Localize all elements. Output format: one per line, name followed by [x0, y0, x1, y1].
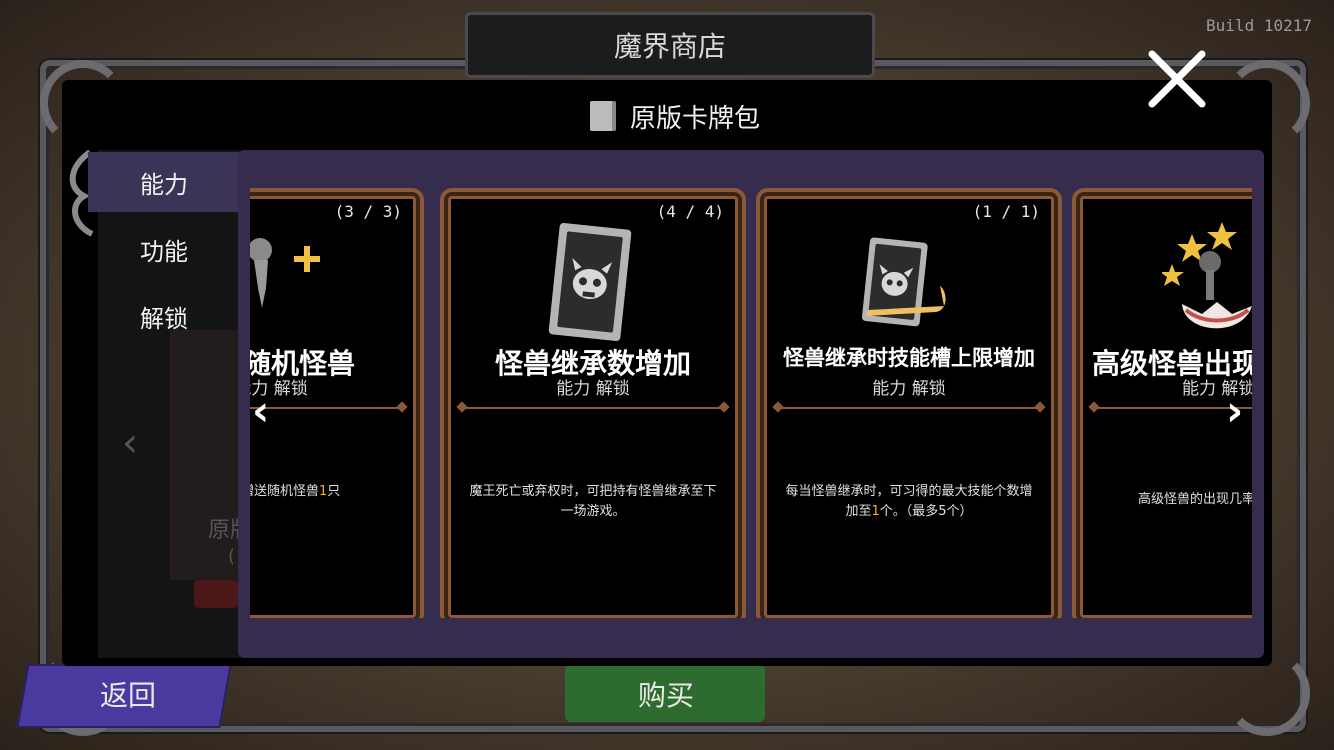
card-subtitle: 能力 解锁	[250, 379, 308, 399]
card-carousel: (3 / 3) 获得随机怪兽 能力 解锁 时，将赠送随机怪兽1只。 (4 / 4…	[250, 188, 1252, 618]
book-icon	[590, 101, 616, 131]
card-description: 魔王死亡或弃权时，可把持有怪兽继承至下一场游戏。	[469, 484, 717, 519]
close-icon[interactable]	[1146, 48, 1208, 110]
chevron-left-icon[interactable]: ‹	[252, 386, 269, 435]
shop-title: 魔界商店	[465, 12, 875, 78]
card-divider	[250, 407, 402, 409]
tab-function-label: 功能	[140, 237, 188, 266]
card-count: (3 / 3)	[334, 202, 402, 221]
card-title: 怪兽继承时技能槽上限增加	[783, 346, 1035, 370]
tab-ability-label: 能力	[140, 170, 188, 199]
pin-plus-icon	[250, 238, 320, 308]
card-divider	[462, 407, 724, 409]
buy-button-label: 购买	[638, 679, 695, 712]
card-count: (4 / 4)	[656, 202, 724, 221]
card-subtitle: 能力 解锁	[556, 379, 630, 399]
dialog-title: 原版卡牌包	[590, 98, 760, 134]
tab-unlock-label: 解锁	[140, 304, 188, 333]
shop-title-text: 魔界商店	[613, 30, 726, 63]
tab-function[interactable]: 功能	[88, 219, 240, 279]
egg-stars-icon	[1162, 222, 1252, 329]
card-inherit-skill-slot[interactable]: (1 / 1) 怪兽继承时技能槽上限增加 能力 解锁 每当怪兽继承时，可习得的最…	[756, 188, 1062, 618]
card-advanced-monster[interactable]: 高级怪兽出现几率 能力 解锁 高级怪兽的出现几率	[1072, 188, 1252, 618]
card-description: 时，将赠送随机怪兽1只。	[250, 484, 341, 499]
card-description: 每当怪兽继承时，可习得的最大技能个数增加至1个。（最多5个）	[785, 484, 1033, 519]
card-panel: (3 / 3) 获得随机怪兽 能力 解锁 时，将赠送随机怪兽1只。 (4 / 4…	[238, 150, 1264, 658]
tab-ability[interactable]: 能力	[88, 152, 240, 212]
demon-card-icon	[548, 222, 632, 342]
card-random-monster[interactable]: (3 / 3) 获得随机怪兽 能力 解锁 时，将赠送随机怪兽1只。	[250, 188, 424, 618]
demon-card-scroll-icon	[861, 237, 946, 327]
card-count: (1 / 1)	[972, 202, 1040, 221]
card-divider	[778, 407, 1040, 409]
back-button-label: 返回	[100, 679, 157, 712]
card-description: 高级怪兽的出现几率	[1138, 492, 1252, 507]
card-subtitle: 能力 解锁	[872, 379, 946, 399]
chevron-right-icon[interactable]: ›	[1226, 386, 1243, 435]
background-card-sub: (	[228, 546, 236, 567]
tab-unlock[interactable]: 解锁	[88, 286, 240, 346]
dialog-title-text: 原版卡牌包	[630, 103, 761, 134]
background-chevron-left-icon: ‹	[122, 420, 138, 466]
card-inherit-count[interactable]: (4 / 4) 怪兽继承数增加 能力 解锁 魔王死亡或弃权时，可把持有怪兽继承至…	[440, 188, 746, 618]
build-number: Build 10217	[1206, 16, 1312, 35]
background-card-badge	[194, 580, 238, 608]
